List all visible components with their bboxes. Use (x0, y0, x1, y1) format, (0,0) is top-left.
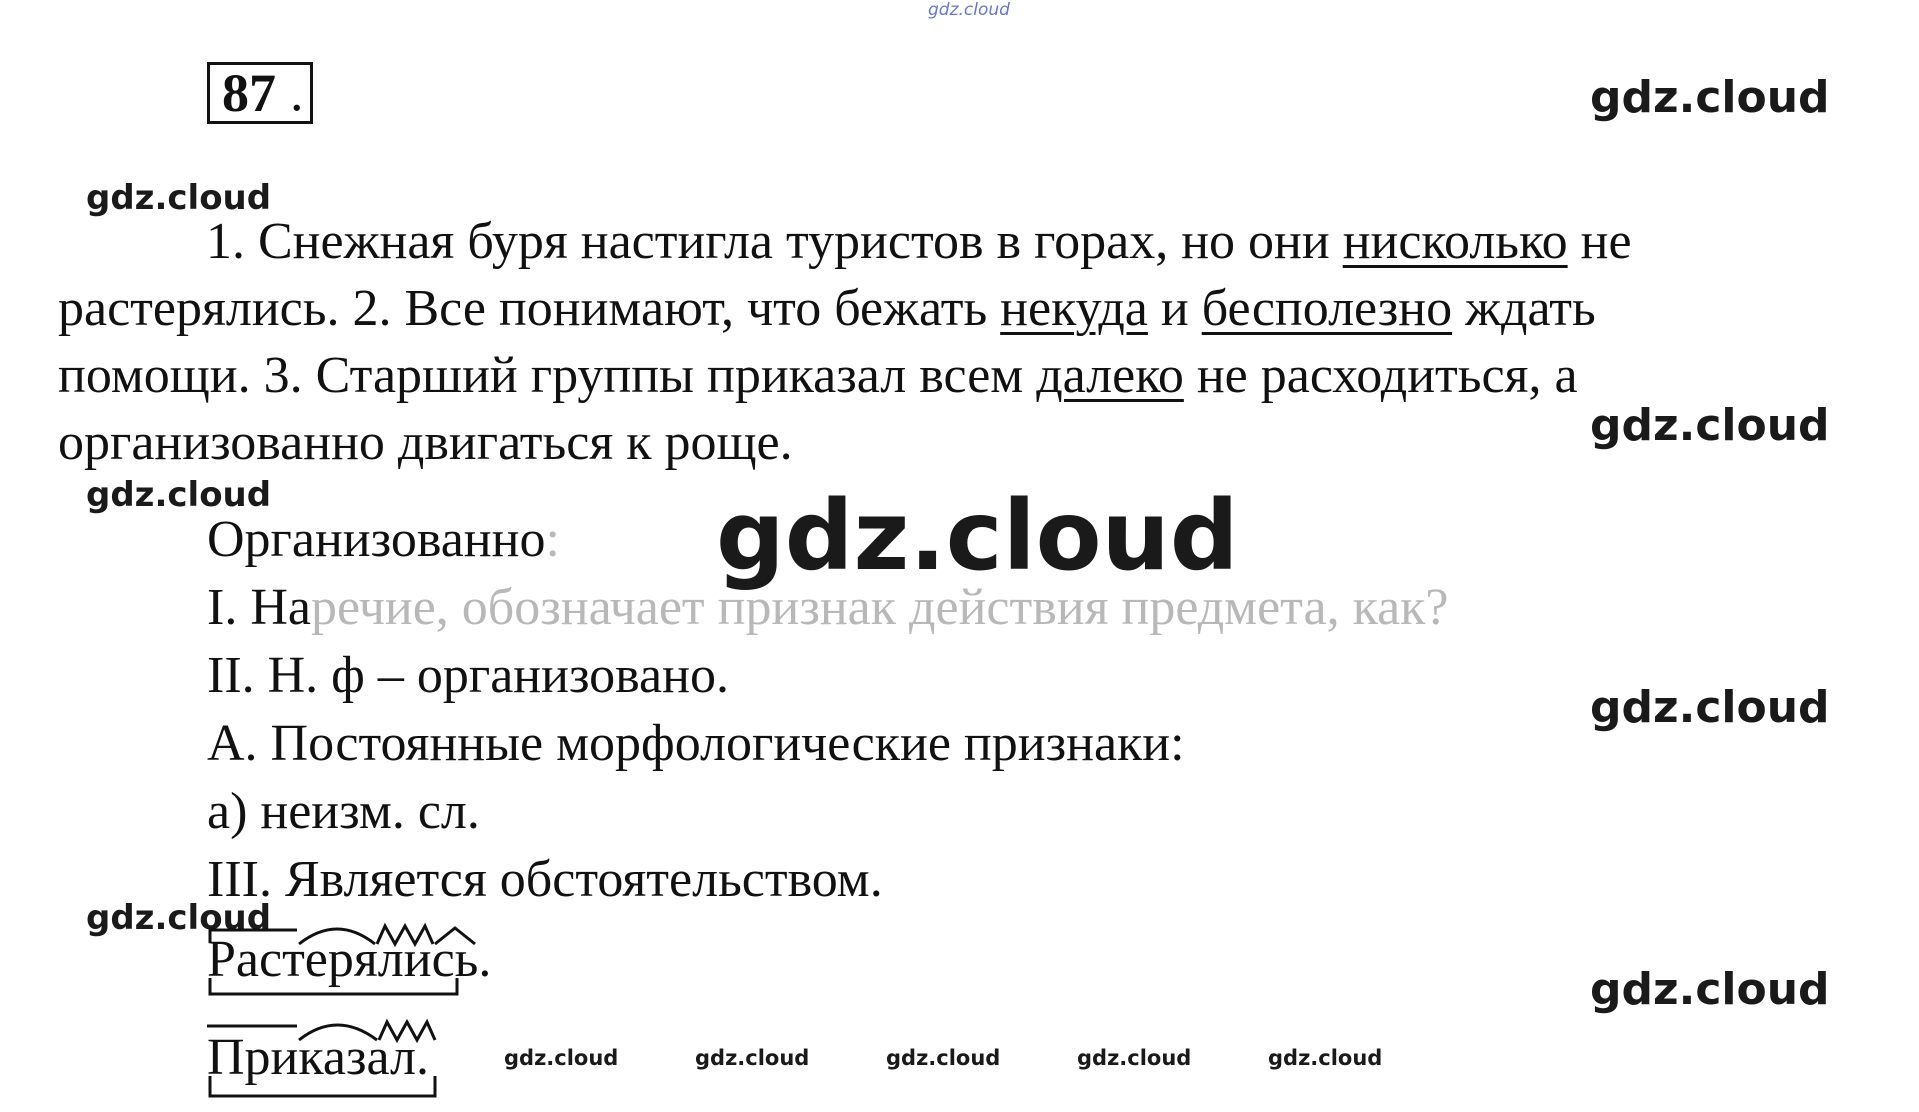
watermark-bottom-3: gdz.cloud (886, 1046, 1001, 1070)
task-number-dot: . (290, 62, 304, 122)
text-fragment: не (1567, 213, 1632, 270)
watermark-left-2: gdz.cloud (86, 475, 272, 515)
watermark-right-1: gdz.cloud (1590, 72, 1830, 123)
analysis-item-a1: а) неизм. сл. (207, 783, 480, 840)
analysis-point-1-rest: речие, обозначает признак действия предм… (310, 579, 1449, 636)
exercise-text: 1. Снежная буря настигла туристов в гора… (58, 208, 1848, 476)
watermark-bottom-4: gdz.cloud (1077, 1046, 1192, 1070)
text-fragment: растерялись. 2. Все понимают, что бежать (58, 280, 1001, 337)
underlined-adverb: далеко (1036, 347, 1184, 404)
analysis-word: Организованно: (207, 510, 560, 570)
analysis-section-a: А. Постоянные морфологические признаки: (207, 715, 1185, 772)
watermark-top: gdz.cloud (928, 0, 1010, 20)
watermark-center-large: gdz.cloud (716, 480, 1239, 592)
analysis-point-2: II. Н. ф – организовано. (207, 647, 729, 704)
underlined-adverb: нисколько (1342, 213, 1568, 270)
word-structure-diagram-1: Растерялись. (207, 920, 547, 1010)
text-fragment: не расходиться, а (1183, 347, 1578, 404)
sentence-line-1: 1. Снежная буря настигла туристов в гора… (58, 208, 1848, 275)
text-fragment: и (1147, 280, 1202, 337)
analysis-point-3: III. Является обстоятельством. (207, 851, 883, 908)
text-fragment: 1. Снежная буря настигла туристов в гора… (206, 213, 1343, 270)
text-fragment: ждать (1452, 280, 1596, 337)
watermark-right-4: gdz.cloud (1590, 964, 1830, 1015)
analysis-point-1-start: I. На (207, 579, 311, 636)
watermark-right-3: gdz.cloud (1590, 682, 1830, 733)
text-fragment: помощи. 3. Старший группы приказал всем (58, 347, 1037, 404)
watermark-bottom-5: gdz.cloud (1268, 1046, 1383, 1070)
sentence-line-3: помощи. 3. Старший группы приказал всем … (58, 342, 1848, 409)
analysis-word-colon: : (545, 511, 560, 568)
diagram-word-1: Растерялись. (207, 931, 492, 988)
underlined-adverb: бесполезно (1201, 280, 1453, 337)
analysis-point-1: I. Наречие, обозначает признак действия … (207, 578, 1449, 638)
sentence-line-4: организованно двигаться к роще. (58, 414, 793, 471)
diagram-word-2: Приказал. (207, 1029, 429, 1086)
watermark-bottom-1: gdz.cloud (504, 1046, 619, 1070)
analysis-word-text: Организованно (207, 511, 546, 568)
watermark-bottom-2: gdz.cloud (695, 1046, 810, 1070)
sentence-line-2: растерялись. 2. Все понимают, что бежать… (58, 275, 1848, 342)
word-structure-diagram-2: Приказал. (207, 1016, 487, 1112)
underlined-adverb: некуда (1000, 280, 1148, 337)
